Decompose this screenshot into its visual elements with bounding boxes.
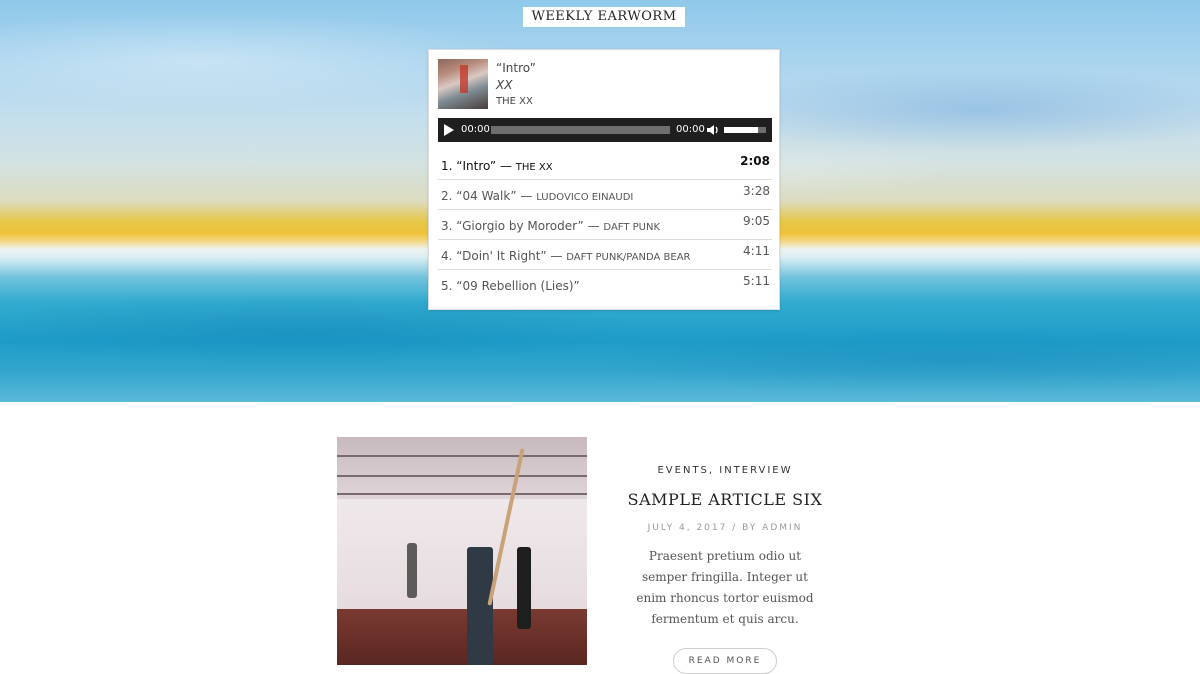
thumbnail-beam bbox=[337, 475, 587, 477]
track-item[interactable]: 4. “Doin' It Right” — DAFT PUNK/PANDA BE… bbox=[438, 240, 772, 270]
volume-slider[interactable] bbox=[724, 127, 766, 133]
track-artist: DAFT PUNK/PANDA BEAR bbox=[566, 252, 691, 263]
article-excerpt: Praesent pretium odio ut semper fringill… bbox=[636, 549, 814, 626]
thumbnail-person bbox=[407, 543, 417, 598]
track-title: “04 Walk” bbox=[456, 189, 517, 203]
article-title[interactable]: SAMPLE ARTICLE SIX bbox=[612, 490, 838, 509]
track-separator: — bbox=[516, 189, 537, 203]
track-number: 2. bbox=[441, 189, 453, 203]
track-duration: 3:28 bbox=[743, 184, 770, 198]
track-title: “09 Rebellion (Lies)” bbox=[456, 279, 580, 293]
track-duration: 9:05 bbox=[743, 214, 770, 228]
track-name: 3. “Giorgio by Moroder” — DAFT PUNK bbox=[441, 219, 660, 235]
track-artist: THE XX bbox=[515, 162, 553, 173]
track-duration: 2:08 bbox=[740, 154, 770, 168]
now-playing-title: “Intro” bbox=[496, 61, 536, 75]
thumbnail-ceiling bbox=[337, 437, 587, 499]
track-item[interactable]: 3. “Giorgio by Moroder” — DAFT PUNK 9:05 bbox=[438, 210, 772, 240]
article-categories[interactable]: EVENTS, INTERVIEW bbox=[612, 465, 838, 476]
track-name: 2. “04 Walk” — LUDOVICO EINAUDI bbox=[441, 189, 633, 205]
track-item[interactable]: 5. “09 Rebellion (Lies)” 5:11 bbox=[438, 270, 772, 300]
thumbnail-wall bbox=[337, 499, 587, 609]
read-more-button[interactable]: READ MORE bbox=[673, 648, 777, 674]
track-number: 3. bbox=[441, 219, 453, 233]
seek-bar[interactable] bbox=[491, 126, 670, 134]
thumbnail-beam bbox=[337, 455, 587, 457]
now-playing-info: “Intro” XX THE XX bbox=[496, 60, 536, 110]
volume-icon[interactable] bbox=[706, 123, 720, 137]
play-icon[interactable] bbox=[444, 124, 454, 136]
track-title: “Doin' It Right” bbox=[456, 249, 547, 263]
article-thumbnail[interactable] bbox=[337, 437, 587, 665]
track-list: 1. “Intro” — THE XX 2:08 2. “04 Walk” — LU… bbox=[438, 150, 772, 300]
thumbnail-beam bbox=[337, 493, 587, 495]
track-item[interactable]: 2. “04 Walk” — LUDOVICO EINAUDI 3:28 bbox=[438, 180, 772, 210]
track-number: 4. bbox=[441, 249, 453, 263]
track-artist: LUDOVICO EINAUDI bbox=[536, 192, 634, 203]
thumbnail-person bbox=[517, 547, 531, 629]
volume-level bbox=[724, 127, 758, 133]
track-duration: 5:11 bbox=[743, 274, 770, 288]
track-separator: — bbox=[496, 159, 516, 173]
track-name: 5. “09 Rebellion (Lies)” bbox=[441, 279, 580, 293]
track-name: 4. “Doin' It Right” — DAFT PUNK/PANDA BE… bbox=[441, 249, 691, 265]
track-separator: — bbox=[546, 249, 567, 263]
track-title: “Giorgio by Moroder” bbox=[456, 219, 584, 233]
audio-controls: 00:00 00:00 bbox=[438, 118, 772, 142]
track-name: 1. “Intro” — THE XX bbox=[441, 159, 553, 175]
thumbnail-person bbox=[467, 547, 493, 665]
track-separator: — bbox=[583, 219, 604, 233]
track-artist: DAFT PUNK bbox=[603, 222, 661, 233]
article-byline: JULY 4, 2017 / BY ADMIN bbox=[647, 523, 803, 533]
duration-time: 00:00 bbox=[676, 124, 705, 135]
track-duration: 4:11 bbox=[743, 244, 770, 258]
now-playing-artist: THE XX bbox=[496, 96, 533, 107]
audio-playlist-widget: “Intro” XX THE XX 00:00 00:00 1. “Intro”… bbox=[428, 49, 780, 310]
album-cover-image bbox=[438, 59, 488, 109]
track-number: 1. bbox=[441, 159, 453, 173]
now-playing-album: XX bbox=[496, 78, 513, 92]
widget-title: WEEKLY EARWORM bbox=[523, 7, 685, 27]
track-item[interactable]: 1. “Intro” — THE XX 2:08 bbox=[438, 150, 772, 180]
track-number: 5. bbox=[441, 279, 453, 293]
current-time: 00:00 bbox=[461, 124, 490, 135]
track-title: “Intro” bbox=[456, 159, 497, 173]
thumbnail-floor bbox=[337, 609, 587, 665]
